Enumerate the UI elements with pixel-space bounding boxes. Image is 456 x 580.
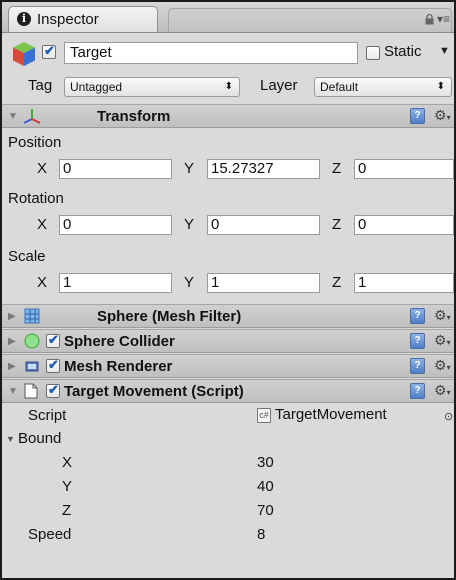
fold-closed-icon[interactable]: ▶	[8, 336, 16, 347]
object-picker-icon[interactable]: ⊙	[444, 410, 453, 423]
layer-label: Layer	[260, 77, 298, 94]
transform-axes-icon	[22, 107, 42, 128]
mesh-renderer-icon	[24, 358, 40, 377]
rotation-z-field[interactable]: 0	[354, 215, 454, 235]
scale-x-field[interactable]: 1	[59, 273, 172, 293]
updown-arrow-icon: ⬍	[224, 81, 233, 92]
fold-open-icon[interactable]: ▼	[8, 386, 18, 397]
script-object-value: TargetMovement	[275, 406, 387, 423]
rotation-label: Rotation	[8, 190, 64, 207]
fold-open-icon[interactable]: ▼	[8, 111, 18, 122]
tag-dropdown[interactable]: Untagged ⬍	[64, 77, 240, 97]
sphere-collider-header[interactable]: ▶ Sphere Collider ? ⚙▾	[2, 329, 454, 353]
mesh-filter-header[interactable]: ▶ Sphere (Mesh Filter) ? ⚙▾	[2, 304, 454, 328]
bound-y-label: Y	[62, 478, 73, 495]
scale-z-field[interactable]: 1	[354, 273, 454, 293]
scale-y-label: Y	[184, 274, 195, 291]
bound-label: Bound	[18, 430, 62, 447]
position-z-label: Z	[332, 160, 342, 177]
target-movement-checkbox[interactable]	[46, 382, 60, 398]
help-icon[interactable]: ?	[410, 308, 425, 324]
script-label: Script	[28, 407, 67, 424]
updown-arrow-icon: ⬍	[436, 81, 445, 92]
position-label: Position	[8, 134, 62, 151]
transform-title: Transform	[97, 108, 171, 125]
speed-label: Speed	[28, 526, 72, 543]
tab-menu-icon[interactable]: ▾≡	[437, 12, 450, 26]
gear-icon[interactable]: ⚙▾	[434, 382, 451, 399]
scale-label: Scale	[8, 248, 46, 265]
mesh-filter-title: Sphere (Mesh Filter)	[97, 308, 242, 325]
scale-z-label: Z	[332, 274, 342, 291]
info-icon: i	[17, 12, 31, 26]
tab-bar-empty-area	[168, 8, 452, 32]
bound-z-label: Z	[62, 502, 72, 519]
bound-x-label: X	[62, 454, 73, 471]
object-name-field[interactable]: Target	[64, 42, 358, 64]
inspector-window: i Inspector ▾≡ Target Static ▼ Tag Untag…	[0, 0, 456, 580]
sphere-collider-icon	[24, 333, 40, 352]
rotation-x-label: X	[37, 216, 48, 233]
script-file-icon	[24, 383, 38, 402]
mesh-renderer-checkbox[interactable]	[46, 357, 60, 373]
active-checkbox[interactable]	[42, 43, 56, 59]
gear-icon[interactable]: ⚙▾	[434, 332, 451, 349]
layer-dropdown-value: Default	[320, 80, 359, 94]
transform-header[interactable]: ▼ Transform ? ⚙▾	[2, 104, 454, 128]
gameobject-cube-icon	[12, 41, 36, 70]
position-x-label: X	[37, 160, 48, 177]
object-header: Target Static ▼ Tag Untagged ⬍ Layer Def…	[2, 33, 454, 103]
sphere-collider-title: Sphere Collider	[64, 333, 175, 350]
bound-z-value[interactable]: 70	[257, 502, 274, 519]
static-label: Static	[384, 43, 422, 60]
gear-icon[interactable]: ⚙▾	[434, 107, 451, 124]
help-icon[interactable]: ?	[410, 108, 425, 124]
rotation-y-label: Y	[184, 216, 195, 233]
scale-x-label: X	[37, 274, 48, 291]
sphere-collider-checkbox[interactable]	[46, 332, 60, 348]
bound-x-value[interactable]: 30	[257, 454, 274, 471]
lock-icon[interactable]	[425, 13, 434, 28]
gear-icon[interactable]: ⚙▾	[434, 307, 451, 324]
help-icon[interactable]: ?	[410, 358, 425, 374]
position-y-field[interactable]: 15.27327	[207, 159, 320, 179]
speed-value[interactable]: 8	[257, 526, 265, 543]
tab-inspector-label: Inspector	[37, 11, 99, 28]
mesh-renderer-title: Mesh Renderer	[64, 358, 173, 375]
tag-dropdown-value: Untagged	[70, 80, 123, 94]
help-icon[interactable]: ?	[410, 383, 425, 399]
rotation-z-label: Z	[332, 216, 342, 233]
tab-inspector[interactable]: i Inspector	[8, 6, 158, 32]
position-z-field[interactable]: 0	[354, 159, 454, 179]
script-object-field[interactable]: c# TargetMovement	[257, 406, 387, 423]
fold-closed-icon[interactable]: ▶	[8, 361, 16, 372]
bound-y-value[interactable]: 40	[257, 478, 274, 495]
target-movement-header[interactable]: ▼ Target Movement (Script) ? ⚙▾	[2, 379, 454, 403]
fold-open-icon[interactable]: ▼	[6, 434, 15, 444]
scale-y-field[interactable]: 1	[207, 273, 320, 293]
mesh-renderer-header[interactable]: ▶ Mesh Renderer ? ⚙▾	[2, 354, 454, 378]
tab-bar: i Inspector ▾≡	[2, 2, 454, 33]
rotation-y-field[interactable]: 0	[207, 215, 320, 235]
static-checkbox[interactable]	[366, 46, 380, 60]
fold-closed-icon[interactable]: ▶	[8, 311, 16, 322]
static-dropdown-arrow-icon[interactable]: ▼	[439, 45, 450, 57]
position-y-label: Y	[184, 160, 195, 177]
help-icon[interactable]: ?	[410, 333, 425, 349]
position-x-field[interactable]: 0	[59, 159, 172, 179]
csharp-script-icon: c#	[257, 407, 271, 423]
target-movement-title: Target Movement (Script)	[64, 383, 244, 400]
layer-dropdown[interactable]: Default ⬍	[314, 77, 452, 97]
rotation-x-field[interactable]: 0	[59, 215, 172, 235]
mesh-filter-icon	[24, 308, 40, 327]
tag-label: Tag	[28, 77, 53, 94]
gear-icon[interactable]: ⚙▾	[434, 357, 451, 374]
